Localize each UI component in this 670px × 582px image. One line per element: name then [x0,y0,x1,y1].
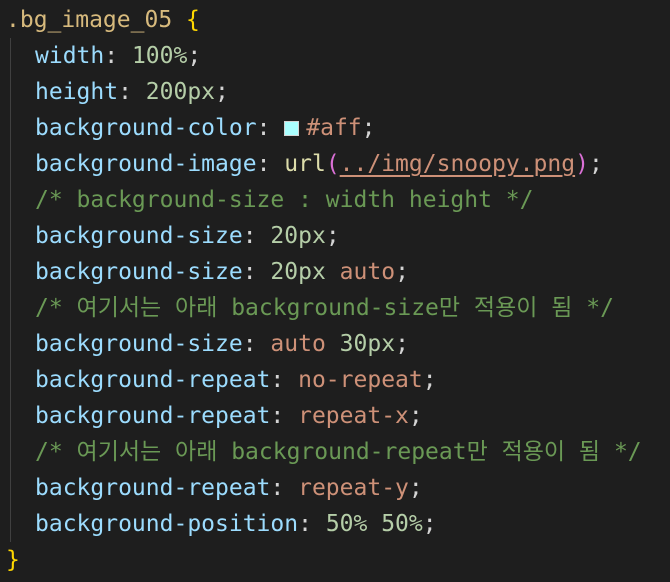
css-value: 50% 50% [325,511,423,537]
css-comment: /* background-size : width height */ [35,187,534,213]
code-line-comment[interactable]: /* 여기서는 아래 background-size만 적용이 됨 */ [0,290,670,326]
css-property: background-size [35,223,243,249]
css-value: repeat-y [298,475,409,501]
code-line-background-repeat[interactable]: background-repeat: no-repeat; [0,362,670,398]
css-value: 100% [131,43,188,69]
css-property: background-position [35,511,299,537]
code-line-background-color[interactable]: background-color: #aff; [0,110,670,146]
open-brace: { [186,7,200,33]
code-line-background-position[interactable]: background-position: 50% 50%; [0,506,670,542]
css-property: background-repeat [35,367,271,393]
css-property: height [35,79,119,105]
css-property: width [35,43,105,69]
code-line-width[interactable]: width: 100%; [0,38,670,74]
css-value: #aff [306,115,362,141]
css-selector: .bg_image_05 [6,7,173,33]
css-property: background-size [35,331,243,357]
url-link[interactable]: ../img/snoopy.png [340,151,575,177]
css-property: background-repeat [35,475,271,501]
color-swatch-icon[interactable] [284,121,300,136]
css-value-keyword: auto [339,259,396,285]
css-function: url [284,151,326,177]
css-comment: /* 여기서는 아래 background-repeat만 적용이 됨 */ [35,439,642,465]
code-line-selector[interactable]: .bg_image_05 { [0,2,670,38]
code-line-comment[interactable]: /* background-size : width height */ [0,182,670,218]
code-line-background-size[interactable]: background-size: 20px; [0,218,670,254]
code-line-height[interactable]: height: 200px; [0,74,670,110]
css-property: background-color [35,115,257,141]
css-value-number: 30px [339,331,396,357]
css-value: no-repeat [298,367,423,393]
css-property: background-image [35,151,257,177]
code-line-close[interactable]: } [0,542,670,578]
code-line-background-size[interactable]: background-size: 20px auto; [0,254,670,290]
close-brace: } [6,547,20,573]
code-editor[interactable]: .bg_image_05 { width: 100%; height: 200p… [0,0,670,582]
css-value: 20px [270,223,326,249]
css-value: 200px [145,79,216,105]
css-value: repeat-x [298,403,409,429]
css-value-keyword: auto [270,331,326,357]
css-property: background-repeat [35,403,271,429]
code-line-background-repeat[interactable]: background-repeat: repeat-y; [0,470,670,506]
code-line-comment[interactable]: /* 여기서는 아래 background-repeat만 적용이 됨 */ [0,434,670,470]
css-property: background-size [35,259,243,285]
code-line-background-image[interactable]: background-image: url(../img/snoopy.png)… [0,146,670,182]
code-line-background-size[interactable]: background-size: auto 30px; [0,326,670,362]
css-comment: /* 여기서는 아래 background-size만 적용이 됨 */ [35,295,614,321]
css-value-number: 20px [270,259,326,285]
code-line-background-repeat[interactable]: background-repeat: repeat-x; [0,398,670,434]
